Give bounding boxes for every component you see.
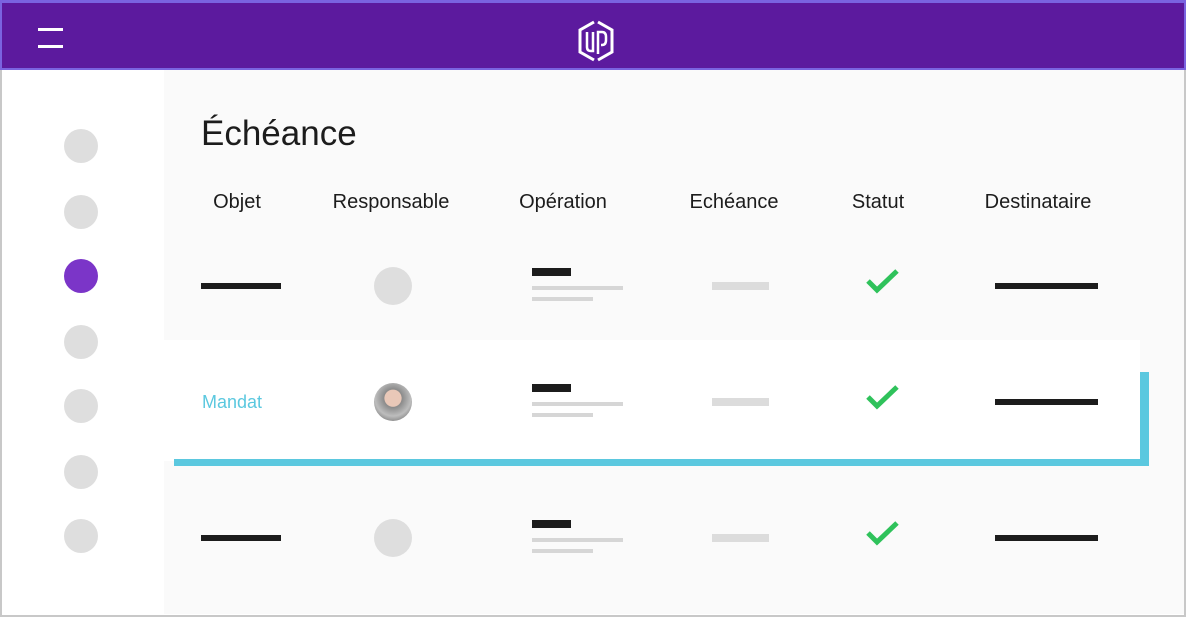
sidebar-item[interactable] xyxy=(64,325,98,359)
sidebar-item[interactable] xyxy=(64,455,98,489)
sidebar-item[interactable] xyxy=(64,195,98,229)
objet-placeholder xyxy=(201,283,281,289)
check-icon xyxy=(865,383,901,411)
column-header-destinataire: Destinataire xyxy=(984,191,1092,213)
operation-title-placeholder xyxy=(532,384,571,392)
operation-line-placeholder xyxy=(532,549,593,553)
echeance-placeholder xyxy=(712,534,769,542)
operation-line-placeholder xyxy=(532,297,593,301)
hamburger-icon[interactable] xyxy=(38,28,63,50)
avatar[interactable] xyxy=(374,383,412,421)
check-icon xyxy=(865,519,901,547)
column-header-operation: Opération xyxy=(519,191,607,213)
destinataire-placeholder xyxy=(995,535,1098,541)
top-bar xyxy=(0,0,1186,70)
sidebar-item[interactable] xyxy=(64,129,98,163)
highlighted-row-card[interactable] xyxy=(164,340,1140,461)
column-header-statut: Statut xyxy=(851,191,905,213)
operation-line-placeholder xyxy=(532,538,623,542)
operation-title-placeholder xyxy=(532,520,571,528)
destinataire-placeholder xyxy=(995,399,1098,405)
objet-link-mandat[interactable]: Mandat xyxy=(202,392,262,413)
page-title: Échéance xyxy=(201,114,357,153)
check-icon xyxy=(865,267,901,295)
avatar-placeholder xyxy=(374,267,412,305)
operation-line-placeholder xyxy=(532,286,623,290)
logo-icon xyxy=(578,20,614,62)
echeance-placeholder xyxy=(712,282,769,290)
sidebar-item-active[interactable] xyxy=(64,259,98,293)
column-header-objet: Objet xyxy=(213,191,261,213)
sidebar-item[interactable] xyxy=(64,389,98,423)
sidebar-item[interactable] xyxy=(64,519,98,553)
destinataire-placeholder xyxy=(995,283,1098,289)
highlight-side-bar xyxy=(1140,372,1149,466)
operation-title-placeholder xyxy=(532,268,571,276)
operation-line-placeholder xyxy=(532,402,623,406)
echeance-placeholder xyxy=(712,398,769,406)
column-header-responsable: Responsable xyxy=(332,191,450,213)
column-header-echeance: Echéance xyxy=(689,191,779,213)
avatar-placeholder xyxy=(374,519,412,557)
highlight-underline xyxy=(174,459,1149,466)
operation-line-placeholder xyxy=(532,413,593,417)
objet-placeholder xyxy=(201,535,281,541)
